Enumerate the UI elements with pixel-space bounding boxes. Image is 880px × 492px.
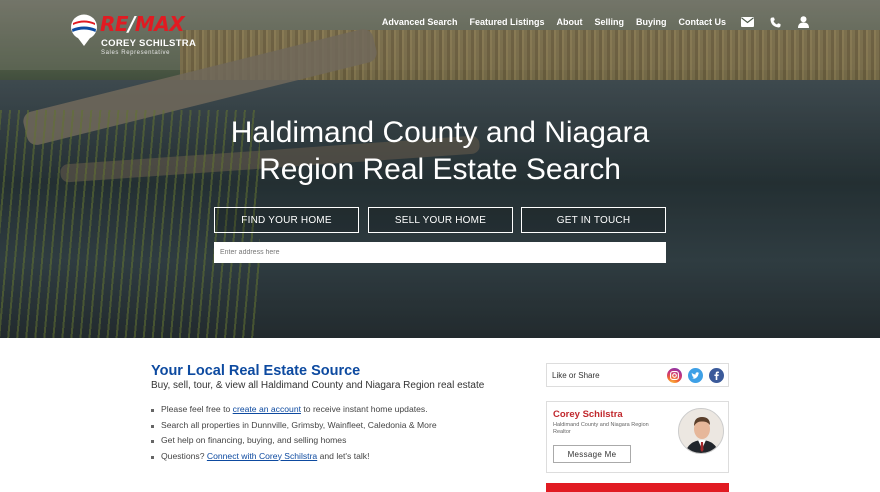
- nav-about[interactable]: About: [556, 17, 582, 27]
- address-search-input[interactable]: [214, 242, 666, 263]
- list-item: Get help on financing, buying, and selli…: [151, 433, 437, 449]
- connect-agent-link[interactable]: Connect with Corey Schilstra: [207, 451, 317, 461]
- section-title: Your Local Real Estate Source: [151, 363, 361, 379]
- balloon-icon: [71, 14, 97, 46]
- phone-icon[interactable]: [768, 15, 782, 29]
- list-item-text: to receive instant home updates.: [301, 404, 428, 414]
- sell-your-home-button[interactable]: SELL YOUR HOME: [368, 207, 513, 233]
- find-your-home-button[interactable]: FIND YOUR HOME: [214, 207, 359, 233]
- nav-contact-us[interactable]: Contact Us: [678, 17, 726, 27]
- nav-featured-listings[interactable]: Featured Listings: [469, 17, 544, 27]
- list-item: Search all properties in Dunnville, Grim…: [151, 418, 437, 434]
- logo-agent-name: COREY SCHILSTRA: [101, 38, 197, 49]
- share-box: Like or Share: [546, 363, 729, 387]
- hero-title: Haldimand County and Niagara Region Real…: [160, 114, 720, 188]
- avatar: [678, 408, 724, 454]
- hero-title-line-2: Region Real Estate Search: [259, 153, 621, 186]
- list-item-text: Questions?: [161, 450, 207, 461]
- site-logo[interactable]: RE/MAX COREY SCHILSTRA Sales Representat…: [70, 12, 200, 60]
- facebook-icon[interactable]: [709, 368, 724, 383]
- logo-agent-role: Sales Representative: [101, 50, 171, 56]
- nav-buying[interactable]: Buying: [636, 17, 667, 27]
- create-account-link[interactable]: create an account: [233, 404, 301, 414]
- envelope-icon[interactable]: [740, 15, 754, 29]
- agent-description: Haldimand County and Niagara Region Real…: [553, 422, 649, 435]
- hero-banner: RE/MAX COREY SCHILSTRA Sales Representat…: [0, 0, 880, 338]
- nav-advanced-search[interactable]: Advanced Search: [382, 17, 458, 27]
- get-in-touch-button[interactable]: GET IN TOUCH: [521, 207, 666, 233]
- sidebar-red-banner: [546, 483, 729, 492]
- user-icon[interactable]: [796, 15, 810, 29]
- feature-list: Please feel free to create an account to…: [151, 402, 437, 464]
- list-item-text: and let's talk!: [317, 450, 370, 461]
- main-nav: Advanced Search Featured Listings About …: [370, 14, 810, 30]
- hero-title-line-1: Haldimand County and Niagara: [230, 116, 650, 149]
- agent-name: Corey Schilstra: [553, 409, 623, 420]
- list-item: Questions? Connect with Corey Schilstra …: [151, 449, 437, 465]
- list-item-text: Search all properties in Dunnville, Grim…: [161, 419, 437, 430]
- list-item: Please feel free to create an account to…: [151, 402, 437, 418]
- twitter-icon[interactable]: [688, 368, 703, 383]
- logo-brand: RE/MAX: [100, 12, 185, 36]
- nav-selling[interactable]: Selling: [594, 17, 624, 27]
- list-item-text: Get help on financing, buying, and selli…: [161, 435, 347, 445]
- agent-card: Corey Schilstra Haldimand County and Nia…: [546, 401, 729, 473]
- list-item-text: Please feel free to: [161, 404, 233, 414]
- instagram-icon[interactable]: [667, 368, 682, 383]
- message-me-button[interactable]: Message Me: [553, 445, 631, 463]
- section-subtitle: Buy, sell, tour, & view all Haldimand Co…: [151, 380, 485, 391]
- share-label: Like or Share: [552, 371, 600, 380]
